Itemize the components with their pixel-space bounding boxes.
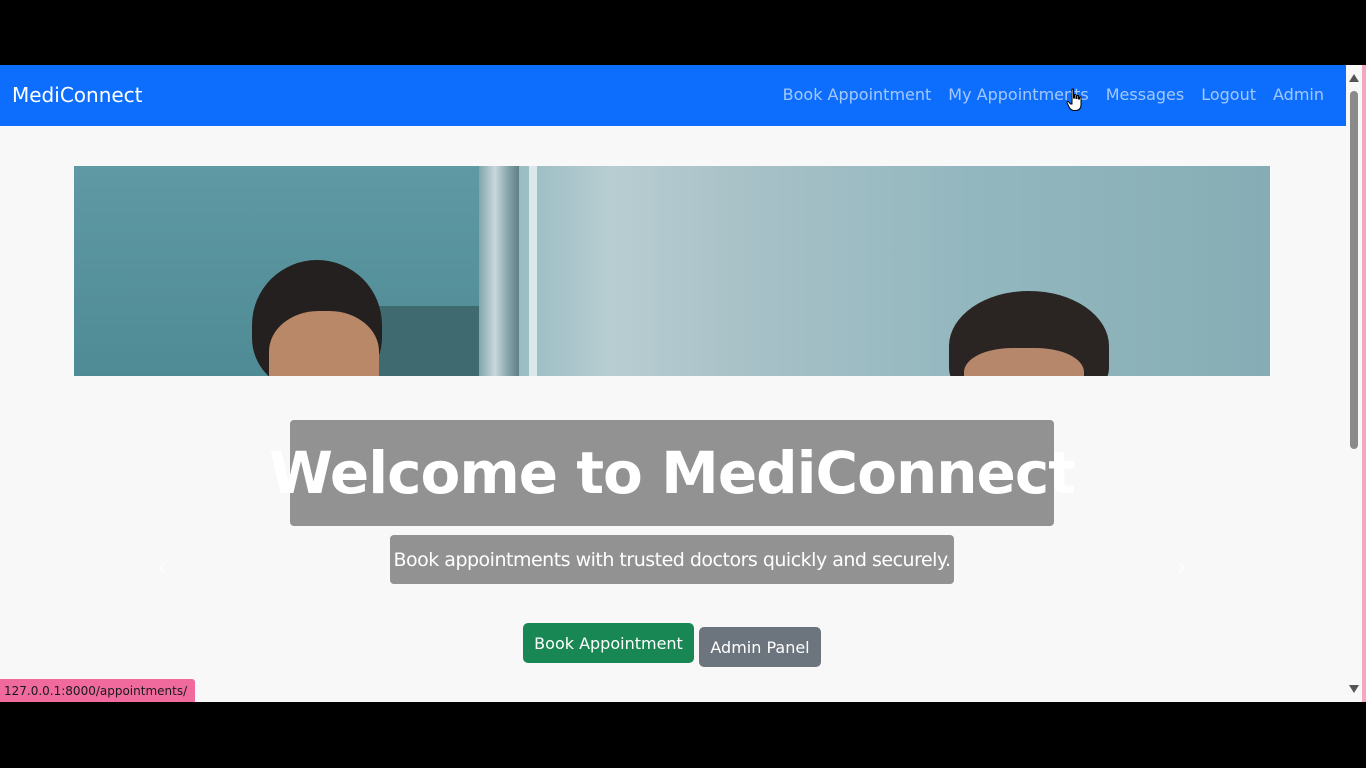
chevron-right-icon[interactable]: ›: [1176, 550, 1187, 583]
nav-links: Book Appointment My Appointments Message…: [783, 85, 1324, 104]
browser-viewport: MediConnect Book Appointment My Appointm…: [0, 65, 1366, 702]
nav-admin[interactable]: Admin: [1273, 85, 1324, 104]
vertical-scrollbar[interactable]: [1346, 65, 1362, 702]
status-bar-url: 127.0.0.1:8000/appointments/: [0, 679, 196, 702]
nav-logout[interactable]: Logout: [1201, 85, 1256, 104]
hand-cursor-icon: [1066, 88, 1082, 111]
chevron-left-icon[interactable]: ‹: [156, 550, 167, 583]
page-title: Welcome to MediConnect: [269, 439, 1076, 507]
book-appointment-button[interactable]: Book Appointment: [523, 623, 694, 663]
nav-book-appointment[interactable]: Book Appointment: [783, 85, 932, 104]
nav-messages[interactable]: Messages: [1106, 85, 1184, 104]
scroll-up-arrow-icon[interactable]: [1349, 74, 1359, 82]
welcome-banner: Welcome to MediConnect: [269, 420, 1076, 526]
admin-panel-button[interactable]: Admin Panel: [699, 627, 821, 667]
brand-link[interactable]: MediConnect: [12, 83, 143, 107]
page-subtitle: Book appointments with trusted doctors q…: [393, 548, 951, 571]
subtitle-banner: Book appointments with trusted doctors q…: [390, 535, 954, 584]
navbar: MediConnect Book Appointment My Appointm…: [0, 65, 1346, 126]
hero-image: [74, 166, 1270, 376]
window-edge: [1362, 65, 1366, 702]
scroll-down-arrow-icon[interactable]: [1349, 685, 1359, 693]
scrollbar-thumb[interactable]: [1350, 91, 1358, 449]
